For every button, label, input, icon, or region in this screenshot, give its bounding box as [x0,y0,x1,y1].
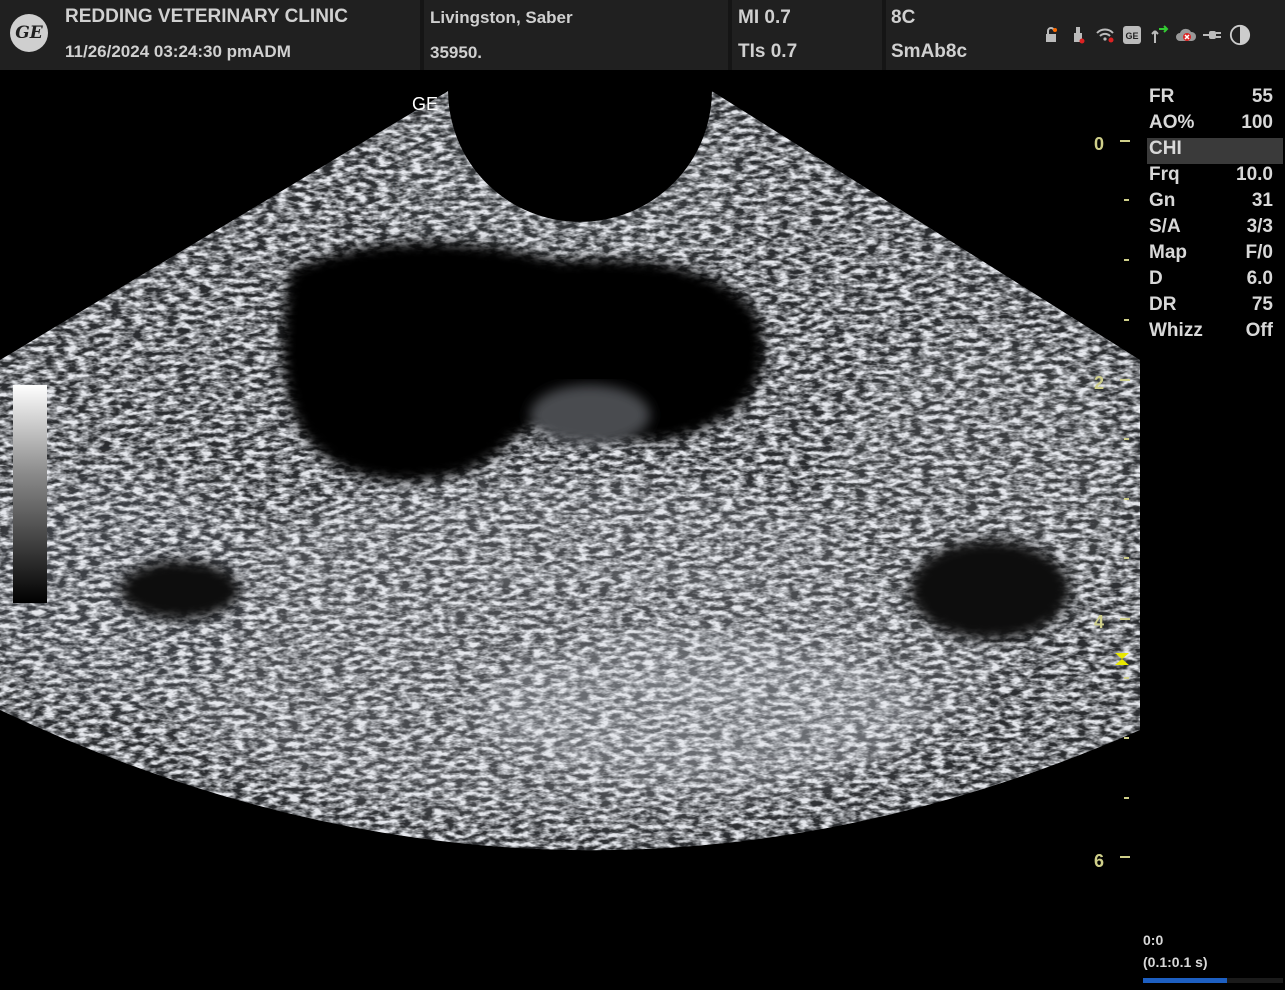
depth-tick [1124,438,1129,440]
contrast-icon[interactable] [1229,24,1251,46]
param-label: AO% [1149,112,1195,133]
depth-tick [1124,797,1129,799]
thermal-index: TIs 0.7 [738,41,798,62]
patient-cell: Livingston, Saber 35950. [424,0,728,70]
cine-progress-bar[interactable] [1143,978,1283,983]
orientation-mark: GE [412,94,439,114]
param-depth: D 6.0 [1147,268,1283,294]
ge-logo: GE [10,14,48,52]
depth-tick [1124,498,1129,500]
depth-tick [1124,199,1129,201]
output-indices-cell: MI 0.7 TIs 0.7 [732,0,882,70]
mechanical-index: MI 0.7 [738,7,791,28]
imaging-parameters: FR 55 AO% 100 CHI Frq 10.0 Gn 31 S/A 3/3 Map F… [1147,86,1283,346]
depth-tick [1120,618,1130,620]
status-icons: GE [1040,20,1251,50]
exam-datetime: 11/26/2024 03:24:30 pmADM [65,42,291,61]
param-dr: DR 75 [1147,294,1283,320]
param-value: F/0 [1245,242,1273,263]
depth-tick [1124,319,1129,321]
ge-service-icon[interactable]: GE [1121,24,1143,46]
param-value: 10.0 [1236,164,1273,185]
cine-progress-fill [1143,978,1227,983]
param-label: Whizz [1149,320,1203,341]
param-gain: Gn 31 [1147,190,1283,216]
param-label: FR [1149,86,1175,107]
param-label: Gn [1149,190,1176,211]
depth-tick [1120,140,1130,142]
param-label: D [1149,268,1163,289]
param-value: 6.0 [1246,268,1273,289]
probe-name: 8C [891,7,916,28]
cine-info: 0:0 (0.1:0.1 s) [1143,932,1208,970]
param-value: 55 [1251,86,1273,107]
param-frq: Frq 10.0 [1147,164,1283,190]
param-chi: CHI [1147,138,1283,164]
depth-tick [1124,557,1129,559]
svg-text:GE: GE [1125,31,1138,41]
param-value: Off [1245,320,1273,341]
lock-icon[interactable] [1040,24,1062,46]
clinic-name: REDDING VETERINARY CLINIC [65,6,348,27]
patient-name: Livingston, Saber [430,8,573,27]
param-label: Map [1149,242,1187,263]
param-value: 100 [1241,112,1273,133]
preset-name: SmAb8c [891,41,968,62]
ultrasound-image[interactable] [0,70,1140,990]
depth-tick [1120,856,1130,858]
cine-counter: 0:0 [1143,932,1164,948]
clinic-cell: GE REDDING VETERINARY CLINIC 11/26/2024 … [0,0,420,70]
depth-label-0: 0 [1094,134,1105,154]
param-label: CHI [1149,138,1182,159]
grayscale-map-bar [13,385,47,603]
param-fr: FR 55 [1147,86,1283,112]
param-ao: AO% 100 [1147,112,1283,138]
wifi-icon[interactable] [1094,24,1116,46]
param-label: S/A [1149,216,1181,237]
param-map: Map F/0 [1147,242,1283,268]
cine-timing: (0.1:0.1 s) [1143,954,1208,970]
focus-marker-icon[interactable] [1114,652,1130,666]
depth-label-2: 2 [1094,373,1105,393]
depth-tick [1124,259,1129,261]
param-value: 3/3 [1246,216,1273,237]
depth-tick [1124,677,1129,679]
header-bar: GE REDDING VETERINARY CLINIC 11/26/2024 … [0,0,1285,70]
param-sa: S/A 3/3 [1147,216,1283,242]
power-plug-icon[interactable] [1202,24,1224,46]
patient-id: 35950. [430,43,482,62]
network-icon[interactable] [1148,24,1170,46]
depth-label-6: 6 [1094,851,1105,871]
param-label: DR [1149,294,1177,315]
param-label: Frq [1149,164,1180,185]
param-whizz: Whizz Off [1147,320,1283,346]
depth-tick [1120,379,1130,381]
param-value: 75 [1251,294,1273,315]
cloud-icon[interactable] [1175,24,1197,46]
depth-tick [1124,737,1129,739]
usb-icon[interactable] [1067,24,1089,46]
depth-label-4: 4 [1094,612,1105,632]
param-value: 31 [1251,190,1273,211]
